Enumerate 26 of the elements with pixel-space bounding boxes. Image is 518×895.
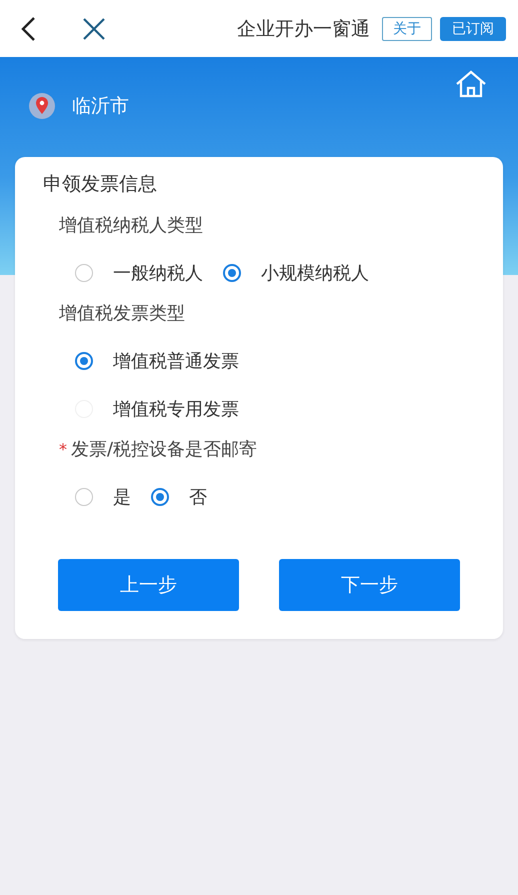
field-label: 增值税纳税人类型 (59, 214, 203, 237)
field-label: 增值税发票类型 (59, 302, 185, 325)
option-label: 增值税专用发票 (113, 398, 239, 421)
section-title: 申领发票信息 (43, 172, 158, 197)
next-button[interactable]: 下一步 (279, 559, 460, 611)
radio-button[interactable] (75, 352, 93, 370)
radio-button[interactable] (223, 264, 241, 282)
location-pin-icon (28, 92, 56, 120)
previous-button[interactable]: 上一步 (58, 559, 239, 611)
option-label: 是 (113, 486, 131, 509)
home-icon[interactable] (454, 70, 488, 98)
option-label: 增值税普通发票 (113, 350, 239, 373)
page-title: 企业开办一窗通 (237, 16, 370, 42)
radio-button[interactable] (75, 488, 93, 506)
option-label: 小规模纳税人 (261, 262, 369, 285)
option-label: 否 (189, 486, 207, 509)
field-label: 发票/税控设备是否邮寄 (71, 438, 258, 461)
about-button[interactable]: 关于 (382, 16, 432, 40)
city-name: 临沂市 (72, 94, 129, 119)
close-icon[interactable] (82, 16, 106, 40)
subscribed-button[interactable]: 已订阅 (440, 16, 506, 40)
radio-button[interactable] (151, 488, 169, 506)
option-label: 一般纳税人 (113, 262, 203, 285)
required-mark: * (59, 440, 67, 458)
back-icon[interactable] (20, 16, 36, 42)
radio-button[interactable] (75, 264, 93, 282)
